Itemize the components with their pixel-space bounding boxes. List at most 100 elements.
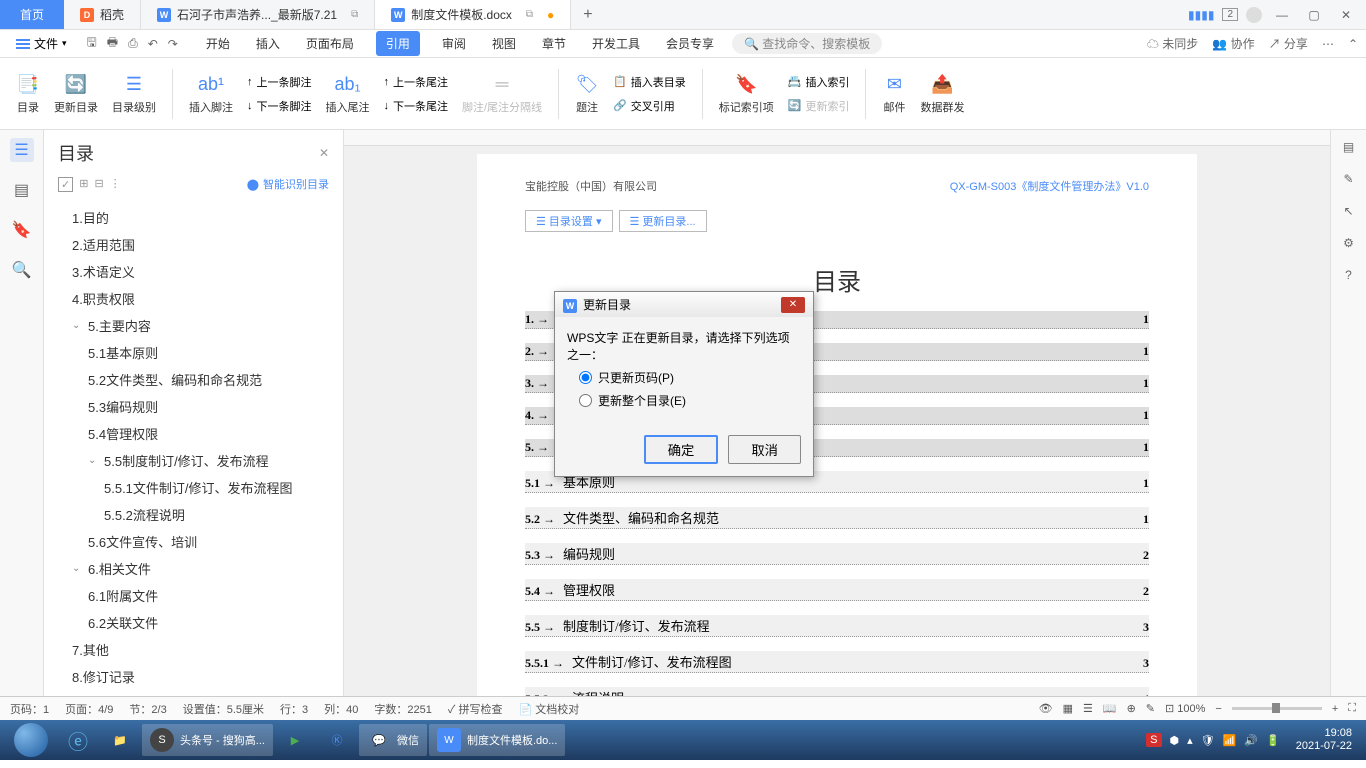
mass-button[interactable]: 📤数据群发 bbox=[916, 73, 968, 115]
toolbar-tab-3[interactable]: 引用 bbox=[376, 31, 420, 56]
restore-icon[interactable]: ⧉ bbox=[351, 9, 358, 20]
prev-footnote[interactable]: ↑ 上一条脚注 bbox=[243, 72, 316, 92]
toolbar-tab-7[interactable]: 开发工具 bbox=[588, 31, 644, 56]
ruler[interactable] bbox=[344, 130, 1330, 146]
collapse-icon[interactable]: ⊟ bbox=[94, 177, 103, 192]
zoom-in[interactable]: + bbox=[1332, 703, 1338, 715]
undo-icon[interactable]: ↶ bbox=[148, 37, 158, 51]
view-web-icon[interactable]: ⊕ bbox=[1127, 702, 1136, 715]
sogou-button[interactable]: S头条号 - 搜狗高... bbox=[142, 724, 273, 756]
expand-icon[interactable]: ⊞ bbox=[79, 177, 88, 192]
toc-item[interactable]: 8.修订记录 bbox=[52, 663, 335, 690]
section[interactable]: 节：2/3 bbox=[129, 701, 166, 717]
search-icon[interactable]: 🔍 bbox=[10, 258, 34, 282]
toc-item[interactable]: ⌄5.主要内容 bbox=[52, 312, 335, 339]
toc-item[interactable]: 7.其他 bbox=[52, 636, 335, 663]
save-icon[interactable]: 🖫 bbox=[87, 33, 97, 54]
opt-update-pages[interactable]: 只更新页码(P) bbox=[579, 369, 801, 386]
toolbar-tab-0[interactable]: 开始 bbox=[202, 31, 234, 56]
edit-icon[interactable]: ✎ bbox=[1146, 702, 1155, 715]
zoom-thumb[interactable] bbox=[1272, 703, 1280, 713]
toolbar-tab-1[interactable]: 插入 bbox=[252, 31, 284, 56]
zoom-level[interactable]: ⊡ 100% bbox=[1165, 702, 1205, 715]
doc-toc-row[interactable]: 5.4 →管理权限2 bbox=[525, 579, 1149, 601]
maximize-button[interactable]: ▢ bbox=[1302, 8, 1326, 22]
doc-toc-row[interactable]: 5.5.2 →流程说明4 bbox=[525, 687, 1149, 696]
doc-toc-row[interactable]: 5.5.1 →文件制订/修订、发布流程图3 bbox=[525, 651, 1149, 673]
update-index[interactable]: 🔄 更新索引 bbox=[784, 96, 854, 116]
tab-shell[interactable]: D稻壳 bbox=[64, 0, 141, 29]
start-button[interactable] bbox=[6, 724, 56, 756]
cancel-button[interactable]: 取消 bbox=[728, 435, 801, 464]
toolbar-tab-2[interactable]: 页面布局 bbox=[302, 31, 358, 56]
more-icon[interactable]: ⋯ bbox=[1322, 37, 1334, 51]
collab-button[interactable]: 👥 协作 bbox=[1212, 35, 1254, 52]
redo-icon[interactable]: ↷ bbox=[168, 37, 178, 51]
battery-icon[interactable]: 🔋 bbox=[1266, 734, 1280, 747]
page-no[interactable]: 页码：1 bbox=[10, 701, 49, 717]
next-endnote[interactable]: ↓ 下一条尾注 bbox=[380, 96, 453, 116]
expand-icon[interactable]: ⌃ bbox=[1348, 37, 1358, 51]
next-footnote[interactable]: ↓ 下一条脚注 bbox=[243, 96, 316, 116]
ie-button[interactable]: ⓔ bbox=[58, 724, 98, 756]
view-outline-icon[interactable]: ☰ bbox=[1083, 702, 1093, 715]
insert-tof[interactable]: 📋 插入表目录 bbox=[609, 72, 690, 92]
insert-index[interactable]: 📇 插入索引 bbox=[784, 72, 854, 92]
collapse-icon[interactable]: ▤ bbox=[1343, 140, 1354, 154]
position[interactable]: 设置值：5.5厘米 bbox=[183, 701, 264, 717]
toc-item[interactable]: 5.5.2流程说明 bbox=[52, 501, 335, 528]
dialog-close-button[interactable]: ✕ bbox=[781, 297, 805, 313]
toc-item[interactable]: 5.4管理权限 bbox=[52, 420, 335, 447]
spell-button[interactable]: ✓ 拼写检查 bbox=[448, 701, 503, 717]
toc-item[interactable]: ⌄6.相关文件 bbox=[52, 555, 335, 582]
prev-endnote[interactable]: ↑ 上一条尾注 bbox=[380, 72, 453, 92]
doc-toc-row[interactable]: 5.2 →文件类型、编码和命名规范1 bbox=[525, 507, 1149, 529]
page-count[interactable]: 页面：4/9 bbox=[65, 701, 113, 717]
toc-button[interactable]: 📑目录 bbox=[12, 73, 44, 115]
toolbar-tab-8[interactable]: 会员专享 bbox=[662, 31, 718, 56]
restore-icon[interactable]: ⧉ bbox=[526, 9, 533, 20]
ok-button[interactable]: 确定 bbox=[644, 435, 719, 464]
volume-icon[interactable]: 🔊 bbox=[1244, 734, 1258, 747]
kugou-button[interactable]: Ⓚ bbox=[317, 724, 357, 756]
radio-pages[interactable] bbox=[579, 371, 592, 384]
minimize-button[interactable]: — bbox=[1270, 8, 1294, 22]
doc-toc-row[interactable]: 5.3 →编码规则2 bbox=[525, 543, 1149, 565]
close-icon[interactable]: ✕ bbox=[319, 146, 329, 160]
toc-item[interactable]: 5.3编码规则 bbox=[52, 393, 335, 420]
settings-icon[interactable]: ⚙ bbox=[1343, 236, 1354, 250]
close-button[interactable]: ✕ bbox=[1334, 8, 1358, 22]
doc-toc-row[interactable]: 5.5 →制度制订/修订、发布流程3 bbox=[525, 615, 1149, 637]
word-count[interactable]: 字数：2251 bbox=[374, 701, 431, 717]
file-menu[interactable]: 文件▾ bbox=[8, 33, 75, 54]
tab-home[interactable]: 首页 bbox=[0, 0, 64, 29]
fn-separator[interactable]: ═脚注/尾注分隔线 bbox=[458, 73, 546, 115]
search-box[interactable]: 🔍 查找命令、搜索模板 bbox=[732, 33, 882, 54]
toc-level-button[interactable]: ☰目录级别 bbox=[108, 73, 160, 115]
avatar-icon[interactable] bbox=[1246, 7, 1262, 23]
outline-icon[interactable]: ☰ bbox=[10, 138, 34, 162]
column[interactable]: 列：40 bbox=[324, 701, 358, 717]
insert-footnote[interactable]: ab¹插入脚注 bbox=[185, 73, 237, 115]
zoom-out[interactable]: − bbox=[1215, 703, 1221, 715]
tab-doc2[interactable]: W制度文件模板.docx⧉● bbox=[375, 0, 571, 29]
shield-icon[interactable]: 🛡 bbox=[1201, 734, 1215, 747]
more-icon[interactable]: ⋮ bbox=[110, 177, 121, 192]
toc-item[interactable]: 4.职责权限 bbox=[52, 285, 335, 312]
clock[interactable]: 19:082021-07-22 bbox=[1288, 727, 1360, 753]
mark-index[interactable]: 🔖标记索引项 bbox=[715, 73, 778, 115]
view-read-icon[interactable]: 📖 bbox=[1103, 702, 1117, 715]
toc-item[interactable]: 5.1基本原则 bbox=[52, 339, 335, 366]
explorer-button[interactable]: 📁 bbox=[100, 724, 140, 756]
toc-item[interactable]: ⌄5.5制度制订/修订、发布流程 bbox=[52, 447, 335, 474]
flag-icon[interactable]: 🔖 bbox=[10, 218, 34, 242]
view-print-icon[interactable]: ▦ bbox=[1063, 702, 1073, 715]
toc-item[interactable]: 6.2关联文件 bbox=[52, 609, 335, 636]
toc-item[interactable]: 3.术语定义 bbox=[52, 258, 335, 285]
toc-item[interactable]: 5.5.1文件制订/修订、发布流程图 bbox=[52, 474, 335, 501]
share-button[interactable]: ↗ 分享 bbox=[1269, 35, 1308, 52]
opt-update-all[interactable]: 更新整个目录(E) bbox=[579, 392, 801, 409]
toc-item[interactable]: 5.2文件类型、编码和命名规范 bbox=[52, 366, 335, 393]
dialog-titlebar[interactable]: W更新目录✕ bbox=[555, 292, 813, 317]
wechat-button[interactable]: 💬微信 bbox=[359, 724, 427, 756]
